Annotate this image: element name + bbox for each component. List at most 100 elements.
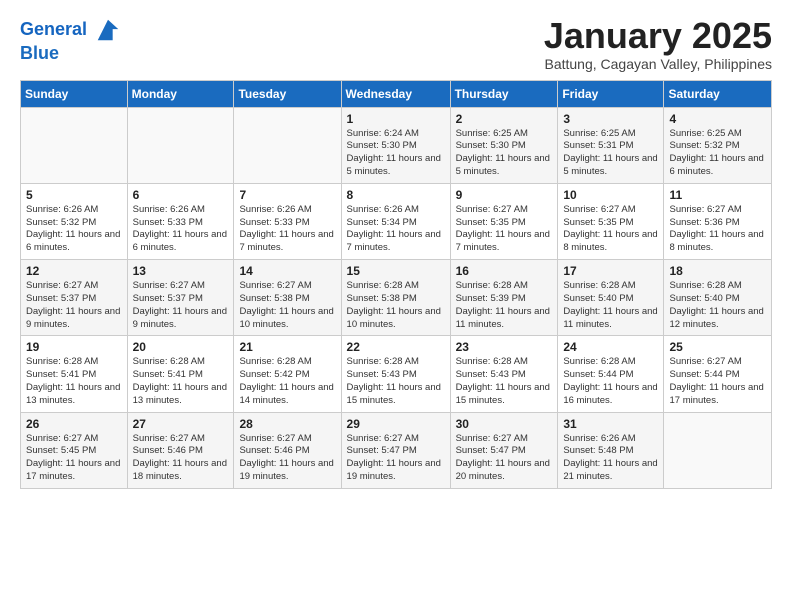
- calendar-week-row: 1 Sunrise: 6:24 AM Sunset: 5:30 PM Daylig…: [21, 107, 772, 183]
- calendar-week-row: 19Sunrise: 6:28 AM Sunset: 5:41 PM Dayli…: [21, 336, 772, 412]
- calendar-cell: 2 Sunrise: 6:25 AM Sunset: 5:30 PM Daylig…: [450, 107, 558, 183]
- day-number: 29: [347, 417, 445, 431]
- calendar-cell: 27 Sunrise: 6:27 AM Sunset: 5:46 PM Dayli…: [127, 412, 234, 488]
- day-info: Sunrise: 6:28 AM Sunset: 5:43 PM Dayligh…: [456, 356, 553, 407]
- calendar-cell: 7Sunrise: 6:26 AM Sunset: 5:33 PM Daylig…: [234, 183, 341, 259]
- calendar-cell: 1 Sunrise: 6:24 AM Sunset: 5:30 PM Daylig…: [341, 107, 450, 183]
- day-number: 6: [133, 188, 229, 202]
- calendar-cell: [127, 107, 234, 183]
- weekday-header-tuesday: Tuesday: [234, 80, 341, 107]
- day-number: 18: [669, 264, 766, 278]
- day-info: Sunrise: 6:26 AM Sunset: 5:34 PM Dayligh…: [347, 204, 445, 255]
- day-number: 17: [563, 264, 658, 278]
- day-info: Sunrise: 6:26 AM Sunset: 5:33 PM Dayligh…: [133, 204, 229, 255]
- day-number: 13: [133, 264, 229, 278]
- day-number: 20: [133, 340, 229, 354]
- day-number: 31: [563, 417, 658, 431]
- day-number: 2: [456, 112, 553, 126]
- day-number: 28: [239, 417, 335, 431]
- calendar-cell: 21 Sunrise: 6:28 AM Sunset: 5:42 PM Dayli…: [234, 336, 341, 412]
- calendar-cell: 3 Sunrise: 6:25 AM Sunset: 5:31 PM Daylig…: [558, 107, 664, 183]
- day-number: 26: [26, 417, 122, 431]
- day-number: 7: [239, 188, 335, 202]
- weekday-header-friday: Friday: [558, 80, 664, 107]
- day-number: 8: [347, 188, 445, 202]
- day-info: Sunrise: 6:27 AM Sunset: 5:35 PM Dayligh…: [563, 204, 658, 255]
- weekday-header-sunday: Sunday: [21, 80, 128, 107]
- calendar-cell: 25 Sunrise: 6:27 AM Sunset: 5:44 PM Dayli…: [664, 336, 772, 412]
- location: Battung, Cagayan Valley, Philippines: [544, 56, 772, 72]
- day-info: Sunrise: 6:27 AM Sunset: 5:47 PM Dayligh…: [456, 433, 553, 484]
- day-info: Sunrise: 6:28 AM Sunset: 5:43 PM Dayligh…: [347, 356, 445, 407]
- day-info: Sunrise: 6:28 AM Sunset: 5:44 PM Dayligh…: [563, 356, 658, 407]
- weekday-header-thursday: Thursday: [450, 80, 558, 107]
- day-info: Sunrise: 6:28 AM Sunset: 5:40 PM Dayligh…: [669, 280, 766, 331]
- month-title: January 2025: [544, 16, 772, 56]
- calendar-cell: 23 Sunrise: 6:28 AM Sunset: 5:43 PM Dayli…: [450, 336, 558, 412]
- calendar-cell: 16 Sunrise: 6:28 AM Sunset: 5:39 PM Dayli…: [450, 260, 558, 336]
- weekday-header-saturday: Saturday: [664, 80, 772, 107]
- calendar-cell: 26 Sunrise: 6:27 AM Sunset: 5:45 PM Dayli…: [21, 412, 128, 488]
- calendar-cell: 22Sunrise: 6:28 AM Sunset: 5:43 PM Dayli…: [341, 336, 450, 412]
- day-info: Sunrise: 6:27 AM Sunset: 5:46 PM Dayligh…: [133, 433, 229, 484]
- day-info: Sunrise: 6:27 AM Sunset: 5:47 PM Dayligh…: [347, 433, 445, 484]
- calendar-table: SundayMondayTuesdayWednesdayThursdayFrid…: [20, 80, 772, 489]
- logo: General Blue: [20, 16, 122, 64]
- day-info: Sunrise: 6:28 AM Sunset: 5:39 PM Dayligh…: [456, 280, 553, 331]
- day-number: 30: [456, 417, 553, 431]
- day-info: Sunrise: 6:24 AM Sunset: 5:30 PM Dayligh…: [347, 128, 445, 179]
- calendar-header-row: SundayMondayTuesdayWednesdayThursdayFrid…: [21, 80, 772, 107]
- calendar-cell: 14 Sunrise: 6:27 AM Sunset: 5:38 PM Dayli…: [234, 260, 341, 336]
- day-info: Sunrise: 6:25 AM Sunset: 5:32 PM Dayligh…: [669, 128, 766, 179]
- calendar-cell: 4 Sunrise: 6:25 AM Sunset: 5:32 PM Daylig…: [664, 107, 772, 183]
- calendar-cell: 30 Sunrise: 6:27 AM Sunset: 5:47 PM Dayli…: [450, 412, 558, 488]
- calendar-cell: 29 Sunrise: 6:27 AM Sunset: 5:47 PM Dayli…: [341, 412, 450, 488]
- page-header: General Blue January 2025 Battung, Cagay…: [20, 16, 772, 72]
- day-info: Sunrise: 6:26 AM Sunset: 5:32 PM Dayligh…: [26, 204, 122, 255]
- day-info: Sunrise: 6:25 AM Sunset: 5:31 PM Dayligh…: [563, 128, 658, 179]
- day-info: Sunrise: 6:28 AM Sunset: 5:38 PM Dayligh…: [347, 280, 445, 331]
- calendar-cell: 6 Sunrise: 6:26 AM Sunset: 5:33 PM Daylig…: [127, 183, 234, 259]
- day-info: Sunrise: 6:27 AM Sunset: 5:35 PM Dayligh…: [456, 204, 553, 255]
- calendar-cell: 17Sunrise: 6:28 AM Sunset: 5:40 PM Dayli…: [558, 260, 664, 336]
- calendar-body: 1 Sunrise: 6:24 AM Sunset: 5:30 PM Daylig…: [21, 107, 772, 488]
- day-number: 12: [26, 264, 122, 278]
- day-info: Sunrise: 6:27 AM Sunset: 5:37 PM Dayligh…: [133, 280, 229, 331]
- day-info: Sunrise: 6:27 AM Sunset: 5:36 PM Dayligh…: [669, 204, 766, 255]
- calendar-week-row: 12 Sunrise: 6:27 AM Sunset: 5:37 PM Dayli…: [21, 260, 772, 336]
- day-number: 16: [456, 264, 553, 278]
- day-number: 3: [563, 112, 658, 126]
- day-number: 11: [669, 188, 766, 202]
- title-block: January 2025 Battung, Cagayan Valley, Ph…: [544, 16, 772, 72]
- day-number: 1: [347, 112, 445, 126]
- calendar-cell: 5 Sunrise: 6:26 AM Sunset: 5:32 PM Daylig…: [21, 183, 128, 259]
- calendar-cell: 31Sunrise: 6:26 AM Sunset: 5:48 PM Dayli…: [558, 412, 664, 488]
- calendar-cell: 11 Sunrise: 6:27 AM Sunset: 5:36 PM Dayli…: [664, 183, 772, 259]
- day-info: Sunrise: 6:28 AM Sunset: 5:41 PM Dayligh…: [26, 356, 122, 407]
- day-number: 25: [669, 340, 766, 354]
- weekday-header-monday: Monday: [127, 80, 234, 107]
- calendar-cell: 20 Sunrise: 6:28 AM Sunset: 5:41 PM Dayli…: [127, 336, 234, 412]
- day-info: Sunrise: 6:28 AM Sunset: 5:42 PM Dayligh…: [239, 356, 335, 407]
- day-number: 21: [239, 340, 335, 354]
- calendar-week-row: 26 Sunrise: 6:27 AM Sunset: 5:45 PM Dayli…: [21, 412, 772, 488]
- day-number: 5: [26, 188, 122, 202]
- day-number: 15: [347, 264, 445, 278]
- day-number: 27: [133, 417, 229, 431]
- day-number: 23: [456, 340, 553, 354]
- day-number: 24: [563, 340, 658, 354]
- calendar-week-row: 5 Sunrise: 6:26 AM Sunset: 5:32 PM Daylig…: [21, 183, 772, 259]
- calendar-cell: [664, 412, 772, 488]
- day-info: Sunrise: 6:28 AM Sunset: 5:41 PM Dayligh…: [133, 356, 229, 407]
- day-number: 4: [669, 112, 766, 126]
- day-info: Sunrise: 6:25 AM Sunset: 5:30 PM Dayligh…: [456, 128, 553, 179]
- day-number: 14: [239, 264, 335, 278]
- day-number: 9: [456, 188, 553, 202]
- weekday-header-wednesday: Wednesday: [341, 80, 450, 107]
- calendar-cell: 18 Sunrise: 6:28 AM Sunset: 5:40 PM Dayli…: [664, 260, 772, 336]
- day-info: Sunrise: 6:27 AM Sunset: 5:45 PM Dayligh…: [26, 433, 122, 484]
- day-info: Sunrise: 6:27 AM Sunset: 5:44 PM Dayligh…: [669, 356, 766, 407]
- logo-blue: Blue: [20, 44, 122, 64]
- day-info: Sunrise: 6:27 AM Sunset: 5:38 PM Dayligh…: [239, 280, 335, 331]
- day-info: Sunrise: 6:27 AM Sunset: 5:46 PM Dayligh…: [239, 433, 335, 484]
